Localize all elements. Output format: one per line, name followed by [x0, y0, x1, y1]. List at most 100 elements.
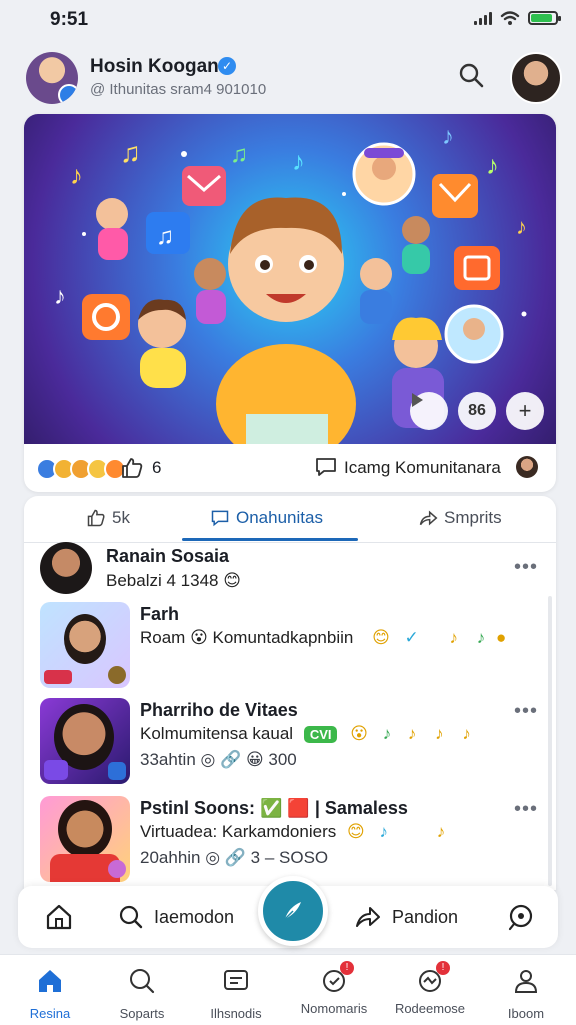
nav-label: Resina — [29, 1006, 71, 1021]
community-feed: 5k Onahunitas Smprits Ranain Sosaia Beba… — [24, 496, 556, 890]
notification-badge: ! — [340, 961, 354, 975]
more-options-button[interactable]: ••• — [514, 700, 538, 723]
category-chip[interactable]: CVI — [303, 726, 338, 743]
tab-communities-label: Onahunitas — [236, 508, 323, 527]
message-icon — [224, 970, 248, 990]
profile-header: Hosin Koogan ✓ @ Ithunitas sram4 901010 — [0, 46, 576, 110]
svg-text:♫: ♫ — [120, 137, 141, 168]
nav-item-search[interactable]: Soparts — [92, 963, 192, 1021]
more-options-button[interactable]: ••• — [514, 556, 538, 579]
like-icon[interactable] — [120, 456, 144, 480]
tab-likes[interactable]: 5k — [86, 508, 130, 528]
play-icon — [412, 393, 423, 407]
home-icon — [39, 970, 61, 992]
nav-item-profile[interactable]: Iboom — [476, 963, 576, 1021]
search-action[interactable]: Iaemodon — [118, 904, 234, 930]
status-icons — [474, 10, 561, 26]
avatar[interactable] — [40, 542, 92, 594]
post-title: Pharriho de Vitaes — [140, 700, 298, 720]
featured-illustration[interactable]: ♪ ♫ ♫ ♪ ♪ ♪ ♪ ♪ ♫ 86 + — [24, 114, 556, 444]
post-subtitle-text: Virtuadea: Karkamdoniers — [140, 822, 337, 841]
post-subtitle: Kolmumitensa kaual CVI 😮 ♪ ♪ ♪ ♪ — [140, 724, 471, 743]
user-handle: @ Ithunitas sram4 901010 — [90, 81, 267, 98]
more-options-button[interactable]: ••• — [514, 798, 538, 821]
action-bar: Iaemodon Pandion — [18, 876, 558, 948]
search-action-label: Iaemodon — [154, 906, 235, 927]
list-item[interactable]: Ranain Sosaia Bebalzi 4 1348 😊 ••• — [24, 542, 556, 598]
tab-shares[interactable]: Smprits — [418, 508, 502, 528]
sticker-badge — [44, 760, 68, 780]
search-icon[interactable] — [456, 60, 488, 92]
profile-avatar[interactable] — [26, 52, 78, 104]
badge-icon — [108, 762, 126, 780]
post-subtitle: Roam 😮 Komuntadkapnbiin 😊 ✓ ♪ ♪ ● — [140, 628, 507, 647]
list-item[interactable]: Farh Roam 😮 Komuntadkapnbiin 😊 ✓ ♪ ♪ ● — [24, 602, 556, 692]
comment-summary[interactable]: Icamg Komunitanara — [344, 458, 501, 478]
status-bar: 9:51 — [0, 0, 576, 42]
activity-badge: ! — [436, 961, 450, 975]
bottom-navigation: Resina Soparts Ilhsnodis ! Nomomaris ! R… — [0, 954, 576, 1025]
compose-button[interactable] — [258, 876, 328, 946]
post-title: Farh — [140, 604, 180, 624]
svg-text:♪: ♪ — [442, 123, 454, 150]
scrollbar[interactable] — [548, 596, 552, 886]
post-title: Ranain Sosaia — [106, 546, 230, 566]
home-icon[interactable] — [44, 902, 74, 932]
view-count-button[interactable]: 86 — [458, 392, 496, 430]
like-icon — [87, 509, 105, 527]
post-subtitle: Virtuadea: Karkamdoniers 😊 ♪ ♪ — [140, 822, 446, 841]
nav-label: Soparts — [119, 1006, 165, 1021]
post-meta: 33ahtin ◎ 🔗 😀 300 — [140, 750, 297, 769]
reaction-emoji-stack[interactable] — [36, 458, 126, 480]
commenter-avatar — [516, 456, 538, 478]
post-thumbnail[interactable] — [40, 602, 130, 688]
nav-label: Ilhsnodis — [210, 1006, 262, 1021]
share-action-label: Pandion — [392, 906, 459, 927]
like-count: 6 — [152, 458, 162, 477]
nav-item-home[interactable]: Resina — [0, 963, 100, 1021]
clock: 9:51 — [50, 9, 89, 30]
nav-label: Rodeemose — [394, 1001, 466, 1016]
nav-item-activity[interactable]: ! Rodeemose — [380, 961, 480, 1016]
svg-text:♫: ♫ — [230, 141, 248, 168]
post-thumbnail[interactable] — [40, 698, 130, 784]
svg-text:♪: ♪ — [292, 146, 305, 176]
tab-likes-label: 5k — [112, 508, 130, 527]
notification-icon: ! — [320, 961, 354, 995]
tab-communities[interactable]: Onahunitas — [210, 508, 323, 528]
user-name[interactable]: Hosin Koogan — [90, 56, 219, 78]
share-icon — [419, 510, 438, 526]
post-title: Pstinl Soons: ✅ 🟥 | Samaless — [140, 798, 408, 818]
badge-icon — [108, 666, 126, 684]
wifi-icon — [500, 11, 520, 25]
play-button[interactable] — [410, 392, 448, 430]
verified-icon: ✓ — [218, 57, 236, 75]
svg-text:♪: ♪ — [54, 283, 66, 310]
list-item[interactable]: Pharriho de Vitaes Kolmumitensa kaual CV… — [24, 698, 556, 790]
avatar-status-badge — [58, 84, 78, 104]
post-subtitle-text: Kolmumitensa kaual — [140, 724, 294, 743]
post-meta: 20ahhin ◎ 🔗 3 – SOSO — [140, 848, 329, 867]
badge-icon — [108, 860, 126, 878]
active-tab-indicator — [182, 538, 358, 541]
post-subtitle: Bebalzi 4 1348 😊 — [106, 571, 241, 590]
featured-post-card: ♪ ♫ ♫ ♪ ♪ ♪ ♪ ♪ ♫ 86 + 6 Icamg Komunitan… — [24, 114, 556, 492]
nav-item-notifications[interactable]: ! Nomomaris — [284, 961, 384, 1016]
nav-label: Nomomaris — [300, 1001, 368, 1016]
share-action[interactable]: Pandion — [354, 904, 458, 930]
search-icon — [130, 969, 155, 994]
feed-tabs: 5k Onahunitas Smprits — [24, 496, 556, 543]
tab-shares-label: Smprits — [444, 508, 502, 527]
nav-item-messages[interactable]: Ilhsnodis — [186, 963, 286, 1021]
chat-search-icon[interactable] — [506, 902, 536, 932]
live-badge — [44, 670, 72, 684]
add-button[interactable]: + — [506, 392, 544, 430]
list-item[interactable]: Pstinl Soons: ✅ 🟥 | Samaless Virtuadea: … — [24, 796, 556, 888]
post-thumbnail[interactable] — [40, 796, 130, 882]
comment-icon[interactable] — [314, 456, 338, 478]
signal-icon — [474, 11, 492, 25]
svg-text:♫: ♫ — [156, 223, 174, 250]
pen-icon — [284, 902, 301, 920]
account-avatar[interactable] — [510, 52, 562, 104]
profile-icon — [514, 970, 538, 993]
